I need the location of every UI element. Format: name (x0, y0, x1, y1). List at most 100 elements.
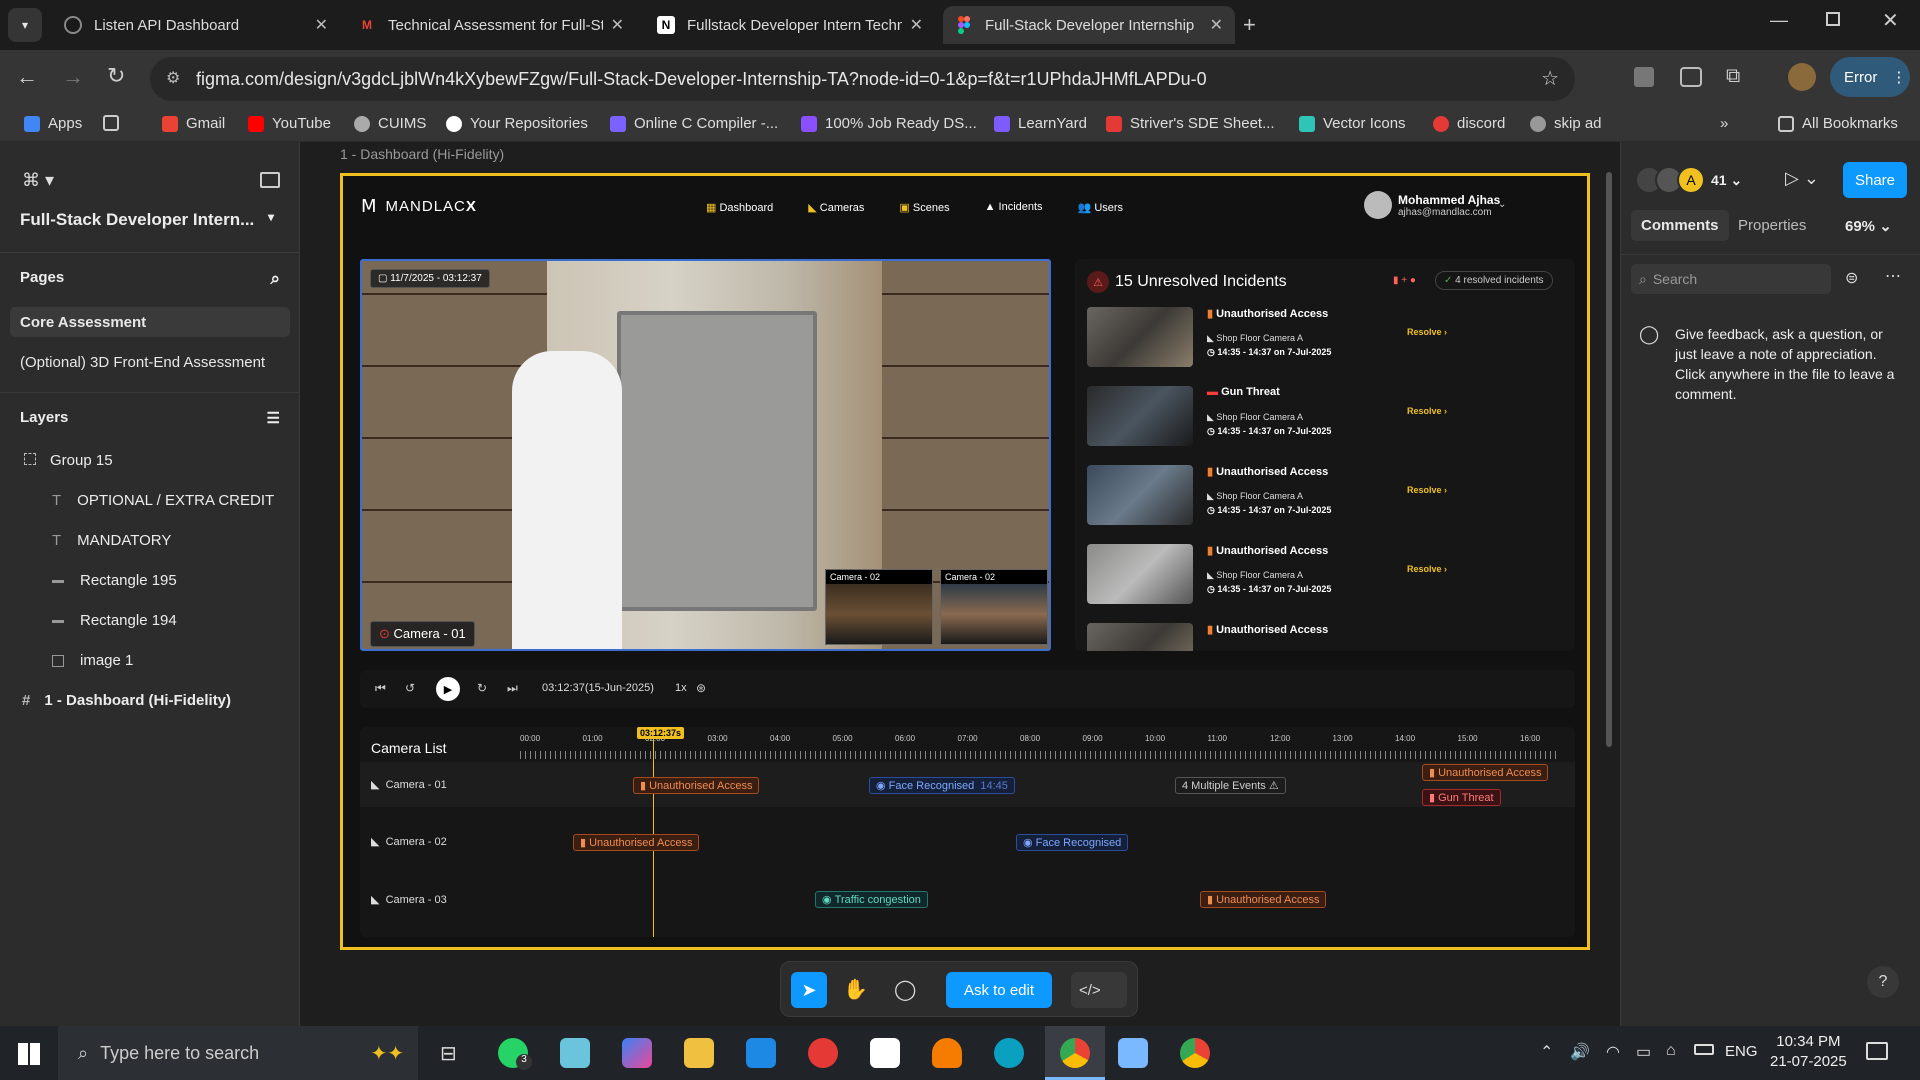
timeline-event[interactable]: ◉ Traffic congestion (815, 891, 928, 908)
timeline-event[interactable]: ◉ Face Recognised 14:45 (869, 777, 1015, 794)
app-icon[interactable] (560, 1038, 590, 1068)
whatsapp-icon[interactable]: 3 (498, 1038, 532, 1070)
close-tab-icon[interactable]: ✕ (315, 15, 328, 35)
timeline-event[interactable]: ▮ Unauthorised Access (573, 834, 700, 851)
rewind-icon[interactable]: ↺ (405, 681, 415, 695)
bookmark-job-ready[interactable]: 100% Job Ready DS... (801, 115, 977, 132)
close-tab-icon[interactable]: ✕ (910, 15, 923, 35)
skip-start-icon[interactable]: ⏮ (375, 681, 386, 696)
site-settings-icon[interactable]: ⚙ (166, 68, 180, 88)
language-indicator[interactable]: ENG (1725, 1043, 1758, 1060)
remote-desktop-icon[interactable] (1118, 1038, 1148, 1068)
forward-icon[interactable]: → (62, 64, 84, 90)
minimize-icon[interactable]: — (1770, 10, 1788, 31)
windows-start-icon[interactable] (18, 1043, 40, 1065)
taskbar-search[interactable]: ⌕ Type here to search ✦✦ (58, 1026, 418, 1080)
more-bookmarks-icon[interactable]: » (1720, 115, 1728, 132)
new-tab-icon[interactable]: + (1243, 12, 1256, 38)
comments-search-input[interactable]: ⌕ Search (1631, 264, 1831, 294)
layer-optional-text[interactable]: T OPTIONAL / EXTRA CREDIT (0, 492, 300, 509)
browser-tab-gmail[interactable]: M Technical Assessment for Full-St ✕ (346, 6, 636, 44)
layer-rectangle-194[interactable]: Rectangle 194 (0, 612, 300, 629)
timeline-event[interactable]: ▮ Unauthorised Access (633, 777, 760, 794)
nav-cameras[interactable]: ◣ Cameras (808, 201, 864, 214)
mini-camera-feed[interactable]: Camera - 02 (940, 569, 1048, 645)
move-tool-icon[interactable]: ➤ (791, 972, 827, 1008)
vscode-icon[interactable] (746, 1038, 776, 1068)
network-icon[interactable]: ⌂ (1666, 1042, 1676, 1060)
dev-mode-toggle-icon[interactable]: </> (1071, 972, 1127, 1008)
frame-label[interactable]: 1 - Dashboard (Hi-Fidelity) (340, 146, 504, 162)
bookmark-youtube[interactable]: YouTube (248, 115, 331, 132)
browser-tab-listen-api[interactable]: Listen API Dashboard ✕ (52, 6, 340, 44)
forward-icon[interactable]: ↻ (477, 681, 487, 695)
skip-end-icon[interactable]: ⏭ (507, 681, 518, 696)
battery-icon[interactable] (1694, 1044, 1714, 1055)
bookmark-star-icon[interactable]: ☆ (1541, 66, 1559, 91)
camera-row-label[interactable]: ◣ Camera - 03 (371, 893, 447, 906)
capcut-icon[interactable] (870, 1038, 900, 1068)
bookmark-vector-icons[interactable]: Vector Icons (1299, 115, 1406, 132)
incident-item[interactable]: ▮ Unauthorised Access ◣ Shop Floor Camer… (1087, 465, 1567, 529)
bookmark-apps[interactable]: Apps (24, 115, 82, 132)
layer-group-15[interactable]: Group 15 (0, 452, 300, 469)
chevron-down-icon[interactable]: ⌄ (1498, 199, 1506, 210)
bookmark-discord[interactable]: discord (1433, 115, 1505, 132)
bookmark-gmail[interactable]: Gmail (162, 115, 225, 132)
incident-item[interactable]: ▮ Unauthorised Access (1087, 623, 1567, 651)
collaborator-avatar[interactable]: A (1677, 166, 1705, 194)
timeline-event[interactable]: ▮ Gun Threat (1422, 789, 1501, 806)
back-icon[interactable]: ← (16, 64, 38, 90)
record-app-icon[interactable] (808, 1038, 838, 1068)
browser-tab-figma[interactable]: Full-Stack Developer Internship ✕ (943, 6, 1235, 44)
bookmark-online-c[interactable]: Online C Compiler -... (610, 115, 778, 132)
share-button[interactable]: Share (1843, 162, 1907, 198)
bookmark-learnyard[interactable]: LearnYard (994, 115, 1087, 132)
close-tab-icon[interactable]: ✕ (611, 15, 624, 35)
help-button[interactable]: ? (1867, 966, 1899, 998)
close-tab-icon[interactable]: ✕ (1210, 15, 1223, 35)
layer-image-1[interactable]: image 1 (0, 652, 300, 669)
layers-list-icon[interactable]: ☰ (267, 409, 280, 427)
nav-incidents[interactable]: ▲ Incidents (985, 201, 1043, 214)
incident-item[interactable]: ▮ Unauthorised Access ◣ Shop Floor Camer… (1087, 544, 1567, 608)
browser-tab-notion[interactable]: N Fullstack Developer Intern Techn ✕ (645, 6, 935, 44)
resolved-badge[interactable]: ✓ 4 resolved incidents (1435, 271, 1553, 290)
profile-avatar[interactable] (1788, 63, 1816, 91)
zoom-level[interactable]: 69% ⌄ (1845, 217, 1892, 235)
edge-icon[interactable] (994, 1038, 1024, 1068)
canvas-scrollbar[interactable] (1606, 172, 1612, 747)
resolve-button[interactable]: Resolve › (1407, 485, 1447, 495)
camera-row-label[interactable]: ◣ Camera - 02 (371, 835, 447, 848)
resolve-button[interactable]: Resolve › (1407, 564, 1447, 574)
chrome-taskbar-active[interactable] (1045, 1026, 1105, 1080)
more-options-icon[interactable]: ⋯ (1885, 266, 1901, 286)
tray-chevron-icon[interactable]: ⌃ (1540, 1042, 1553, 1062)
figma-menu-icon[interactable]: ⌘ ▾ (22, 170, 54, 191)
main-camera-feed[interactable]: ▢ 11/7/2025 - 03:12:37 ⊙ Camera - 01 Cam… (360, 259, 1051, 651)
timeline-event[interactable]: ▮ Unauthorised Access (1200, 891, 1327, 908)
dashboard-frame[interactable]: Ⅿ MANDLAC X ▦ Dashboard ◣ Cameras ▣ Scene… (340, 173, 1590, 950)
restore-icon[interactable] (1826, 12, 1840, 26)
layer-frame-dashboard[interactable]: #1 - Dashboard (Hi-Fidelity) (0, 692, 300, 709)
camera-extension-icon[interactable] (1680, 67, 1702, 87)
page-optional-3d[interactable]: (Optional) 3D Front-End Assessment (20, 354, 265, 371)
user-avatar[interactable] (1364, 191, 1392, 219)
timeline-event[interactable]: ◉ Face Recognised (1016, 834, 1129, 851)
bookmark-cuims[interactable]: CUIMS (354, 115, 426, 132)
nav-users[interactable]: 👥 Users (1078, 201, 1124, 214)
notifications-icon[interactable] (1866, 1042, 1888, 1060)
filter-icon[interactable]: ⊜ (1845, 268, 1858, 288)
bookmark-skip-ad[interactable]: skip ad (1530, 115, 1602, 132)
layer-rectangle-195[interactable]: Rectangle 195 (0, 572, 300, 589)
bookmark-repositories[interactable]: Your Repositories (446, 115, 588, 132)
present-play-icon[interactable]: ▷ ⌄ (1785, 168, 1819, 189)
resolve-button[interactable]: Resolve › (1407, 327, 1447, 337)
nav-dashboard[interactable]: ▦ Dashboard (706, 201, 773, 214)
camera-row-label[interactable]: ◣ Camera - 01 (371, 778, 447, 791)
speed-selector[interactable]: 1x (675, 682, 687, 694)
copilot-icon[interactable] (622, 1038, 652, 1068)
bookmark-grid[interactable] (103, 115, 127, 131)
extension-icon[interactable] (1634, 67, 1654, 87)
bookmark-striver[interactable]: Striver's SDE Sheet... (1106, 115, 1275, 132)
